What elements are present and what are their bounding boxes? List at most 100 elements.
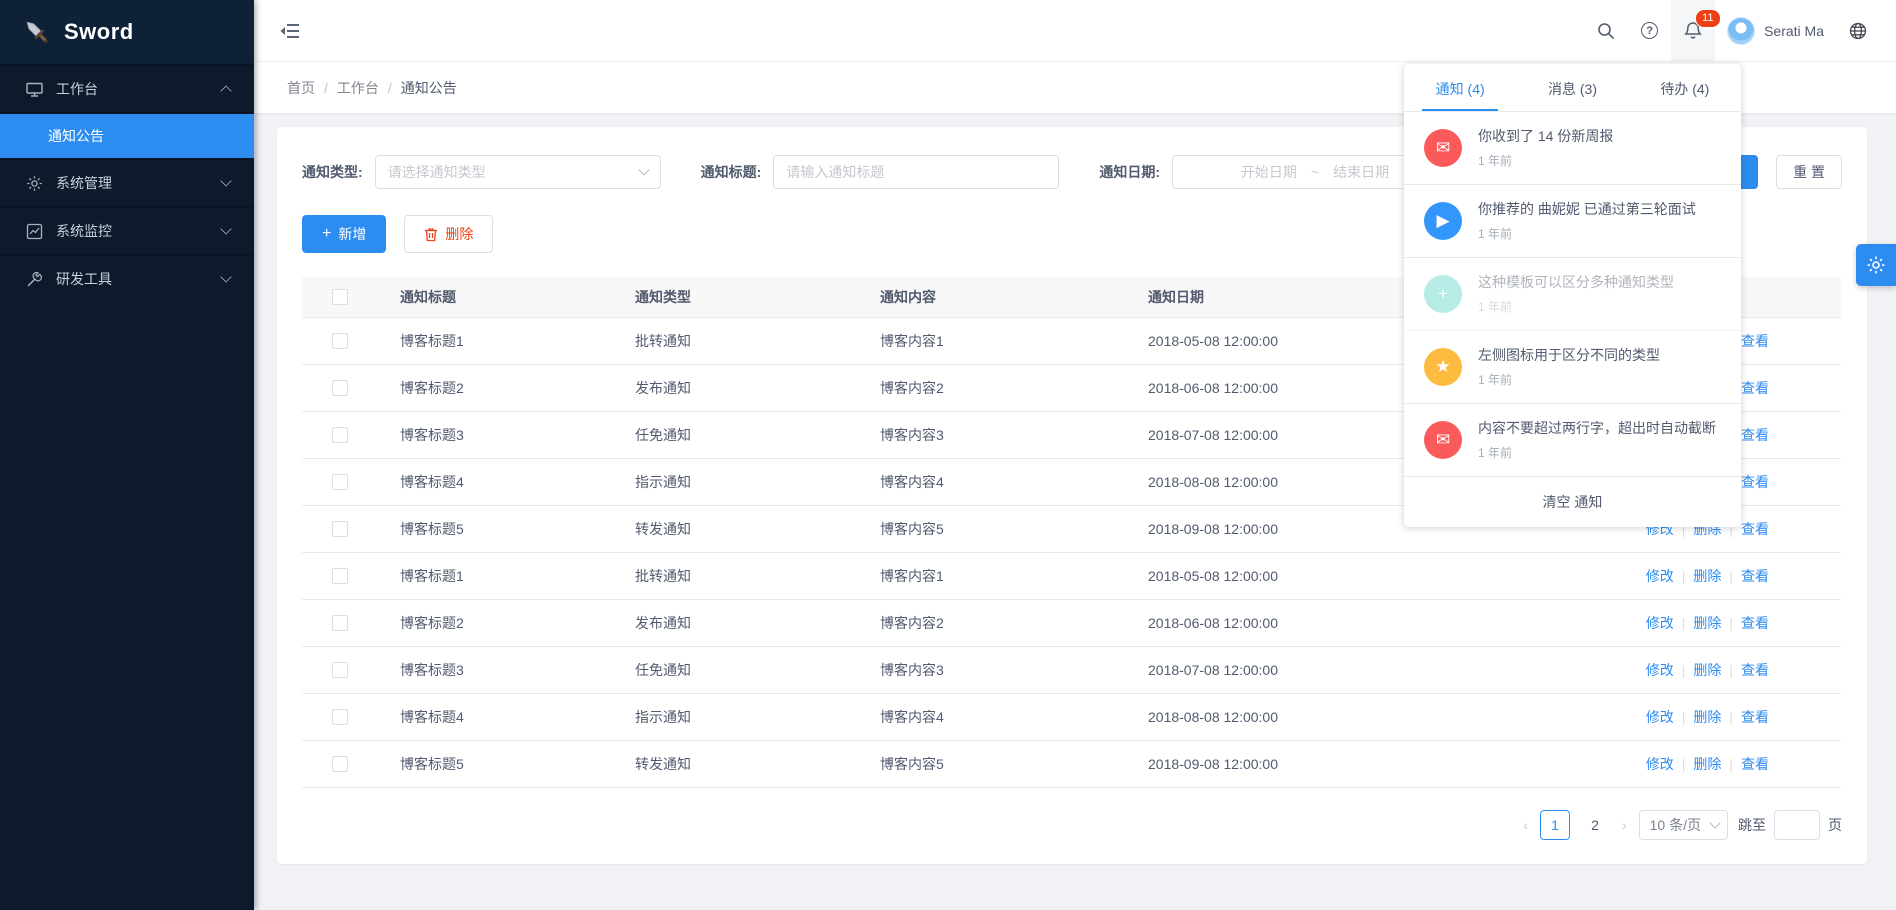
cell-date: 2018-09-08 12:00:00 <box>1130 505 1430 552</box>
type-select[interactable]: 请选择通知类型 <box>375 155 661 189</box>
view-link[interactable]: 查看 <box>1741 333 1769 349</box>
delete-link[interactable]: 删除 <box>1693 568 1721 584</box>
delete-button[interactable]: 删除 <box>404 215 493 253</box>
envelope-icon: ✉ <box>1424 129 1462 167</box>
row-checkbox[interactable] <box>332 427 348 443</box>
add-button[interactable]: + 新增 <box>302 215 386 253</box>
sidebar-item-workbench[interactable]: 工作台 <box>0 64 254 112</box>
username: Serati Ma <box>1764 23 1824 39</box>
notification-item[interactable]: ▶ 你推荐的 曲妮妮 已通过第三轮面试 1 年前 <box>1404 185 1741 258</box>
page-size-select[interactable]: 10 条/页 <box>1639 810 1728 840</box>
user-menu[interactable]: Serati Ma <box>1715 17 1836 45</box>
edit-link[interactable]: 修改 <box>1646 615 1674 631</box>
sidebar-item-label: 研发工具 <box>56 269 222 289</box>
bell-icon[interactable]: 11 <box>1671 0 1715 61</box>
globe-icon[interactable] <box>1836 0 1880 61</box>
page-2-button[interactable]: 2 <box>1580 810 1610 840</box>
view-link[interactable]: 查看 <box>1741 380 1769 396</box>
delete-link[interactable]: 删除 <box>1693 709 1721 725</box>
cell-content: 博客内容2 <box>862 364 1130 411</box>
notification-item[interactable]: ★ 左侧图标用于区分不同的类型 1 年前 <box>1404 331 1741 404</box>
breadcrumb-workbench[interactable]: 工作台 <box>337 78 379 98</box>
view-link[interactable]: 查看 <box>1741 427 1769 443</box>
view-link[interactable]: 查看 <box>1741 615 1769 631</box>
app-logo[interactable]: Sword <box>0 0 254 64</box>
notification-title: 内容不要超过两行字，超出时自动截断 <box>1478 419 1716 438</box>
sidebar-item-system-monitor[interactable]: 系统监控 <box>0 206 254 254</box>
cell-date: 2018-08-08 12:00:00 <box>1130 693 1430 740</box>
sidebar-item-dev-tools[interactable]: 研发工具 <box>0 254 254 302</box>
table-row: 博客标题4 指示通知 博客内容4 2018-08-08 12:00:00 修改|… <box>302 693 1841 740</box>
sidebar-item-system-admin[interactable]: 系统管理 <box>0 158 254 206</box>
row-checkbox[interactable] <box>332 333 348 349</box>
view-link[interactable]: 查看 <box>1741 662 1769 678</box>
notification-item[interactable]: + 这种模板可以区分多种通知类型 1 年前 <box>1404 258 1741 331</box>
view-link[interactable]: 查看 <box>1741 709 1769 725</box>
cell-date: 2018-09-08 12:00:00 <box>1130 740 1430 787</box>
notification-time: 1 年前 <box>1478 152 1613 169</box>
settings-gear-button[interactable] <box>1856 244 1896 286</box>
notification-item[interactable]: ✉ 你收到了 14 份新周报 1 年前 <box>1404 112 1741 185</box>
tab-notifications[interactable]: 通知 (4) <box>1404 64 1516 111</box>
view-link[interactable]: 查看 <box>1741 756 1769 772</box>
cell-type: 指示通知 <box>617 693 862 740</box>
row-checkbox[interactable] <box>332 568 348 584</box>
edit-link[interactable]: 修改 <box>1646 756 1674 772</box>
tab-messages[interactable]: 消息 (3) <box>1516 64 1628 111</box>
row-checkbox[interactable] <box>332 662 348 678</box>
cell-type: 转发通知 <box>617 505 862 552</box>
plus-icon: + <box>1424 275 1462 313</box>
row-checkbox[interactable] <box>332 709 348 725</box>
cell-title: 博客标题3 <box>382 646 617 693</box>
notification-time: 1 年前 <box>1478 444 1716 461</box>
tab-todos[interactable]: 待办 (4) <box>1629 64 1741 111</box>
row-checkbox[interactable] <box>332 474 348 490</box>
edit-link[interactable]: 修改 <box>1646 568 1674 584</box>
cell-content: 博客内容2 <box>862 599 1130 646</box>
notification-badge: 11 <box>1695 9 1720 28</box>
plus-icon: + <box>322 226 331 242</box>
notification-title: 左侧图标用于区分不同的类型 <box>1478 346 1660 365</box>
jump-page-input[interactable] <box>1774 810 1820 840</box>
cell-type: 发布通知 <box>617 364 862 411</box>
jump-suffix: 页 <box>1828 815 1842 835</box>
chart-icon <box>26 223 43 240</box>
select-all-checkbox[interactable] <box>332 289 348 305</box>
paper-plane-icon: ▶ <box>1424 202 1462 240</box>
chevron-down-icon <box>220 223 231 234</box>
delete-link[interactable]: 删除 <box>1693 662 1721 678</box>
search-icon[interactable] <box>1584 0 1628 61</box>
chevron-down-icon <box>1709 817 1720 828</box>
delete-link[interactable]: 删除 <box>1693 756 1721 772</box>
row-checkbox[interactable] <box>332 756 348 772</box>
edit-link[interactable]: 修改 <box>1646 662 1674 678</box>
edit-link[interactable]: 修改 <box>1646 709 1674 725</box>
help-icon[interactable]: ? <box>1628 0 1671 61</box>
row-checkbox[interactable] <box>332 615 348 631</box>
gear-icon <box>1866 255 1886 275</box>
page-1-button[interactable]: 1 <box>1540 810 1570 840</box>
table-header-title: 通知标题 <box>382 277 617 317</box>
title-filter-label: 通知标题: <box>701 162 762 182</box>
cell-title: 博客标题5 <box>382 505 617 552</box>
notification-list: ✉ 你收到了 14 份新周报 1 年前 ▶ 你推荐的 曲妮妮 已通过第三轮面试 … <box>1404 112 1741 477</box>
clear-notifications-button[interactable]: 清空 通知 <box>1404 477 1741 527</box>
view-link[interactable]: 查看 <box>1741 568 1769 584</box>
row-checkbox[interactable] <box>332 380 348 396</box>
view-link[interactable]: 查看 <box>1741 474 1769 490</box>
title-input[interactable] <box>773 155 1059 189</box>
cell-type: 转发通知 <box>617 740 862 787</box>
cell-content: 博客内容3 <box>862 646 1130 693</box>
next-page-icon[interactable]: › <box>1620 817 1629 833</box>
view-link[interactable]: 查看 <box>1741 521 1769 537</box>
notification-item[interactable]: ✉ 内容不要超过两行字，超出时自动截断 1 年前 <box>1404 404 1741 477</box>
cell-title: 博客标题3 <box>382 411 617 458</box>
delete-link[interactable]: 删除 <box>1693 615 1721 631</box>
envelope-icon: ✉ <box>1424 421 1462 459</box>
reset-button[interactable]: 重 置 <box>1776 155 1842 189</box>
breadcrumb-home[interactable]: 首页 <box>287 78 315 98</box>
row-checkbox[interactable] <box>332 521 348 537</box>
prev-page-icon[interactable]: ‹ <box>1521 817 1530 833</box>
menu-fold-icon[interactable] <box>276 17 304 45</box>
sidebar-item-notice[interactable]: 通知公告 <box>0 112 254 158</box>
